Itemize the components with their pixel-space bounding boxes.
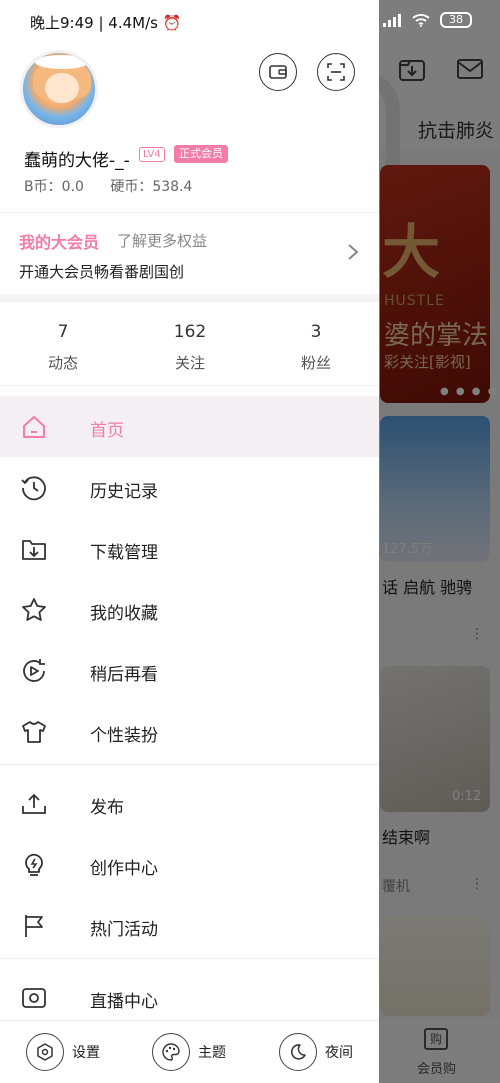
- wallet-button[interactable]: [259, 53, 297, 91]
- menu-item-decoration[interactable]: 个性装扮: [0, 701, 379, 762]
- b-coin-balance: B币：0.0: [24, 179, 84, 195]
- settings-label: 设置: [72, 1045, 100, 1061]
- vip-title: 我的大会员: [19, 233, 100, 252]
- stat-label: 动态: [47, 354, 78, 372]
- scan-button[interactable]: [317, 53, 355, 91]
- star-icon: [20, 596, 48, 624]
- avatar[interactable]: [20, 50, 98, 128]
- stat-value: 3: [310, 322, 322, 342]
- menu-item-history[interactable]: 历史记录: [0, 457, 379, 518]
- alarm-icon: ⏰: [162, 14, 182, 32]
- status-text: 晚上9:49 | 4.4M/s: [30, 14, 158, 32]
- username[interactable]: 蠢萌的大佬-_-: [24, 146, 130, 171]
- stat-followers[interactable]: 3 粉丝: [276, 322, 356, 373]
- settings-icon: [26, 1033, 64, 1071]
- moon-icon: [279, 1033, 317, 1071]
- signal-icon: [382, 13, 402, 27]
- menu-item-creator-center[interactable]: 创作中心: [0, 834, 379, 895]
- download-folder-icon: [20, 535, 48, 563]
- menu-item-home[interactable]: 首页: [0, 396, 379, 457]
- menu-divider: [0, 958, 379, 967]
- menu-label: 直播中心: [90, 992, 158, 1012]
- stat-label: 关注: [174, 354, 205, 372]
- menu-label: 热门活动: [90, 920, 158, 940]
- drawer-menu: 首页 历史记录 下载管理 我的收藏 稍后再看 个性装扮 发布 创作中心 热门活动…: [0, 396, 379, 1028]
- level-badge: LV4: [139, 147, 165, 162]
- theme-label: 主题: [198, 1045, 226, 1061]
- menu-item-watch-later[interactable]: 稍后再看: [0, 640, 379, 701]
- theme-button[interactable]: 主题: [152, 1032, 226, 1072]
- vip-status-badge: 正式会员: [174, 145, 228, 163]
- chevron-right-icon: [347, 243, 359, 261]
- menu-label: 历史记录: [90, 482, 158, 502]
- menu-label: 个性装扮: [90, 726, 158, 746]
- menu-item-downloads[interactable]: 下载管理: [0, 518, 379, 579]
- watch-later-icon: [20, 657, 48, 685]
- menu-label: 我的收藏: [90, 604, 158, 624]
- flag-icon: [20, 912, 48, 940]
- battery-icon: 38: [440, 12, 472, 28]
- menu-item-events[interactable]: 热门活动: [0, 895, 379, 956]
- stat-value: 7: [57, 322, 69, 342]
- status-indicators: 38: [382, 12, 472, 28]
- night-mode-button[interactable]: 夜间: [279, 1032, 353, 1072]
- menu-label: 下载管理: [90, 543, 158, 563]
- vip-more-benefits: 了解更多权益: [117, 232, 208, 250]
- vip-description: 开通大会员畅看番剧国创: [19, 263, 185, 281]
- menu-item-live-center[interactable]: 直播中心: [0, 967, 379, 1028]
- settings-button[interactable]: 设置: [26, 1032, 100, 1072]
- stat-dynamics[interactable]: 7 动态: [23, 322, 103, 373]
- night-mode-label: 夜间: [325, 1045, 353, 1061]
- scan-icon: [327, 63, 345, 81]
- stat-value: 162: [173, 322, 207, 342]
- tshirt-icon: [20, 718, 48, 746]
- menu-label: 发布: [90, 798, 124, 818]
- coin-balances: B币：0.0 硬币：538.4: [24, 176, 214, 196]
- stat-following[interactable]: 162 关注: [150, 322, 230, 373]
- live-icon: [20, 984, 48, 1012]
- menu-item-favorites[interactable]: 我的收藏: [0, 579, 379, 640]
- menu-divider: [0, 764, 379, 773]
- home-icon: [20, 413, 48, 441]
- status-time-speed: 晚上9:49 | 4.4M/s ⏰: [30, 12, 181, 33]
- upload-icon: [20, 790, 48, 818]
- menu-label: 创作中心: [90, 859, 158, 879]
- wifi-icon: [412, 13, 430, 27]
- palette-icon: [152, 1033, 190, 1071]
- stat-label: 粉丝: [300, 354, 331, 372]
- vip-membership-row[interactable]: 我的大会员 了解更多权益 开通大会员畅看番剧国创: [0, 212, 379, 292]
- menu-label: 稍后再看: [90, 665, 158, 685]
- status-bar: 晚上9:49 | 4.4M/s ⏰ 38: [0, 0, 500, 44]
- drawer-footer: 设置 主题 夜间: [0, 1020, 379, 1083]
- lightbulb-icon: [20, 851, 48, 879]
- wallet-icon: [269, 64, 287, 80]
- history-icon: [20, 474, 48, 502]
- coin-balance: 硬币：538.4: [110, 179, 193, 195]
- user-stats: 7 动态 162 关注 3 粉丝: [0, 294, 379, 386]
- menu-item-publish[interactable]: 发布: [0, 773, 379, 834]
- navigation-drawer: 蠢萌的大佬-_- LV4 正式会员 B币：0.0 硬币：538.4 我的大会员 …: [0, 0, 379, 1083]
- menu-label: 首页: [90, 421, 124, 441]
